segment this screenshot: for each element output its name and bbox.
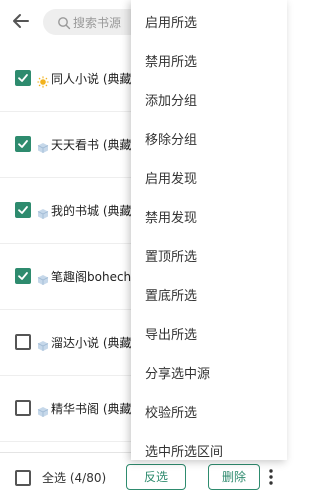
menu-item-label: 导出所选 — [145, 328, 198, 343]
sun-icon — [37, 73, 49, 88]
search-icon — [57, 15, 71, 30]
menu-item-share-selected[interactable]: 分享选中源 — [131, 353, 287, 392]
checkbox-checked[interactable] — [15, 268, 31, 284]
menu-item-enable-selected[interactable]: 启用所选 — [131, 2, 287, 41]
popup-menu: 启用所选 禁用所选 添加分组 移除分组 启用发现 禁用发现 置顶所选 置底所选 … — [131, 0, 287, 460]
invert-selection-button[interactable]: 反选 — [126, 464, 186, 490]
menu-item-label: 移除分组 — [145, 133, 198, 148]
back-arrow-icon[interactable] — [10, 10, 32, 32]
select-all-label[interactable]: 全选 (4/80) — [42, 469, 106, 486]
more-vert-icon[interactable] — [267, 468, 275, 486]
source-name: 笔趣阁bohecha — [51, 270, 139, 284]
source-name: 溜达小说 (典藏) — [51, 336, 137, 350]
menu-item-label: 添加分组 — [145, 94, 198, 109]
menu-item-add-group[interactable]: 添加分组 — [131, 80, 287, 119]
source-name: 同人小说 (典藏) — [51, 72, 137, 86]
checkbox-unchecked[interactable] — [15, 400, 31, 416]
menu-item-remove-group[interactable]: 移除分组 — [131, 119, 287, 158]
cloud-icon — [37, 403, 49, 417]
select-all-text: 全选 — [42, 471, 67, 485]
menu-item-label: 选中所选区间 — [145, 445, 224, 460]
menu-item-label: 分享选中源 — [145, 367, 211, 382]
cloud-icon — [37, 337, 49, 351]
source-name: 精华书阁 (典藏) — [51, 402, 137, 416]
checkbox-checked[interactable] — [15, 136, 31, 152]
menu-item-move-to-top[interactable]: 置顶所选 — [131, 236, 287, 275]
menu-item-label: 禁用所选 — [145, 55, 198, 70]
menu-item-label: 启用所选 — [145, 16, 198, 31]
cloud-icon — [37, 271, 49, 285]
menu-item-disable-explore[interactable]: 禁用发现 — [131, 197, 287, 236]
checkbox-checked[interactable] — [15, 70, 31, 86]
select-all-checkbox[interactable] — [15, 470, 31, 486]
menu-item-label: 校验所选 — [145, 406, 198, 421]
source-name: 我的书城 (典藏) — [51, 204, 137, 218]
menu-item-disable-selected[interactable]: 禁用所选 — [131, 41, 287, 80]
menu-item-label: 置底所选 — [145, 289, 198, 304]
source-name: 天天看书 (典藏) — [51, 138, 137, 152]
delete-button[interactable]: 删除 — [208, 464, 260, 490]
menu-item-move-to-bottom[interactable]: 置底所选 — [131, 275, 287, 314]
cloud-icon — [37, 205, 49, 219]
menu-item-label: 置顶所选 — [145, 250, 198, 265]
selection-count: (4/80) — [69, 471, 107, 485]
checkbox-checked[interactable] — [15, 202, 31, 218]
search-placeholder: 搜索书源 — [73, 16, 122, 30]
menu-item-label: 启用发现 — [145, 172, 198, 187]
menu-item-label: 禁用发现 — [145, 211, 198, 226]
cloud-icon — [37, 139, 49, 153]
menu-item-select-range[interactable]: 选中所选区间 — [131, 431, 287, 460]
menu-item-check-selected[interactable]: 校验所选 — [131, 392, 287, 431]
menu-item-export-selected[interactable]: 导出所选 — [131, 314, 287, 353]
checkbox-unchecked[interactable] — [15, 334, 31, 350]
menu-item-enable-explore[interactable]: 启用发现 — [131, 158, 287, 197]
